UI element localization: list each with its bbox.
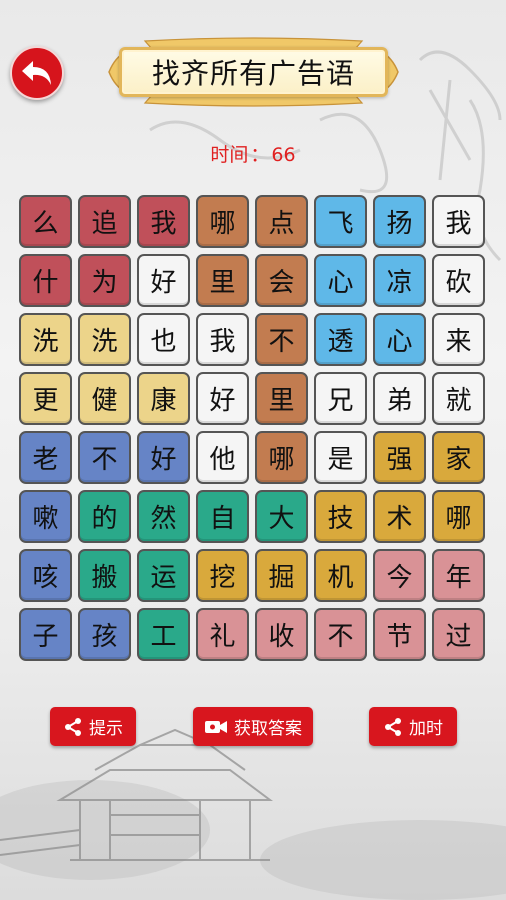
character-tile[interactable]: 孩 [78,608,131,661]
character-tile[interactable]: 健 [78,372,131,425]
character-tile[interactable]: 节 [373,608,426,661]
character-tile[interactable]: 洗 [78,313,131,366]
timer-separator: ： [250,144,270,166]
character-tile[interactable]: 哪 [196,195,249,248]
character-tile[interactable]: 兄 [314,372,367,425]
character-tile[interactable]: 礼 [196,608,249,661]
character-tile[interactable]: 年 [432,549,485,602]
character-tile[interactable]: 透 [314,313,367,366]
character-tile[interactable]: 强 [373,431,426,484]
character-tile[interactable]: 凉 [373,254,426,307]
character-tile[interactable]: 他 [196,431,249,484]
character-tile[interactable]: 工 [137,608,190,661]
character-tile[interactable]: 不 [78,431,131,484]
character-tile[interactable]: 也 [137,313,190,366]
character-tile[interactable]: 什 [19,254,72,307]
character-tile[interactable]: 是 [314,431,367,484]
character-tile[interactable]: 我 [432,195,485,248]
character-tile[interactable]: 自 [196,490,249,543]
character-tile[interactable]: 技 [314,490,367,543]
character-tile[interactable]: 子 [19,608,72,661]
character-tile[interactable]: 过 [432,608,485,661]
character-tile[interactable]: 康 [137,372,190,425]
timer-label: 时间 [210,144,249,166]
pavilion-illustration [0,728,273,861]
add-time-button[interactable]: 加时 [369,707,457,746]
back-arrow-icon [22,61,51,85]
character-tile[interactable]: 心 [373,313,426,366]
get-answer-button[interactable]: 获取答案 [193,707,313,746]
character-tile[interactable]: 嗽 [19,490,72,543]
character-tile[interactable]: 洗 [19,313,72,366]
character-tile[interactable]: 不 [255,313,308,366]
page-title: 找齐所有广告语 [151,57,355,90]
character-tile[interactable]: 扬 [373,195,426,248]
character-tile[interactable]: 不 [314,608,367,661]
add-time-button-label: 加时 [409,719,443,739]
character-tile[interactable]: 就 [432,372,485,425]
character-tile[interactable]: 我 [196,313,249,366]
character-tile[interactable]: 为 [78,254,131,307]
character-tile[interactable]: 术 [373,490,426,543]
character-tile[interactable]: 更 [19,372,72,425]
hint-button-label: 提示 [89,719,123,739]
character-tile[interactable]: 今 [373,549,426,602]
character-tile[interactable]: 么 [19,195,72,248]
character-tile[interactable]: 来 [432,313,485,366]
character-tile[interactable]: 砍 [432,254,485,307]
character-tile[interactable]: 收 [255,608,308,661]
character-tile[interactable]: 然 [137,490,190,543]
character-tile[interactable]: 运 [137,549,190,602]
share-icon [65,717,81,736]
hint-button[interactable]: 提示 [50,707,136,746]
title-panel: 找齐所有广告语 [119,47,388,97]
title-banner: 找齐所有广告语 [105,37,402,107]
character-tile[interactable]: 哪 [432,490,485,543]
character-grid: 么追我哪点飞扬我什为好里会心凉砍洗洗也我不透心来更健康好里兄弟就老不好他哪是强家… [19,195,485,661]
share-icon [385,717,401,736]
character-tile[interactable]: 哪 [255,431,308,484]
character-tile[interactable]: 点 [255,195,308,248]
character-tile[interactable]: 掘 [255,549,308,602]
character-tile[interactable]: 弟 [373,372,426,425]
character-tile[interactable]: 好 [196,372,249,425]
character-tile[interactable]: 好 [137,254,190,307]
character-tile[interactable]: 家 [432,431,485,484]
timer: 时间： 66 [0,140,506,167]
get-answer-button-label: 获取答案 [234,719,302,739]
video-camera-icon [205,720,227,733]
timer-value: 66 [271,144,296,166]
character-tile[interactable]: 我 [137,195,190,248]
character-tile[interactable]: 里 [255,372,308,425]
character-tile[interactable]: 大 [255,490,308,543]
character-tile[interactable]: 咳 [19,549,72,602]
character-tile[interactable]: 搬 [78,549,131,602]
back-button[interactable] [10,46,64,100]
character-tile[interactable]: 心 [314,254,367,307]
character-tile[interactable]: 老 [19,431,72,484]
character-tile[interactable]: 会 [255,254,308,307]
character-tile[interactable]: 好 [137,431,190,484]
character-tile[interactable]: 飞 [314,195,367,248]
character-tile[interactable]: 里 [196,254,249,307]
character-tile[interactable]: 机 [314,549,367,602]
character-tile[interactable]: 追 [78,195,131,248]
character-tile[interactable]: 的 [78,490,131,543]
character-tile[interactable]: 挖 [196,549,249,602]
